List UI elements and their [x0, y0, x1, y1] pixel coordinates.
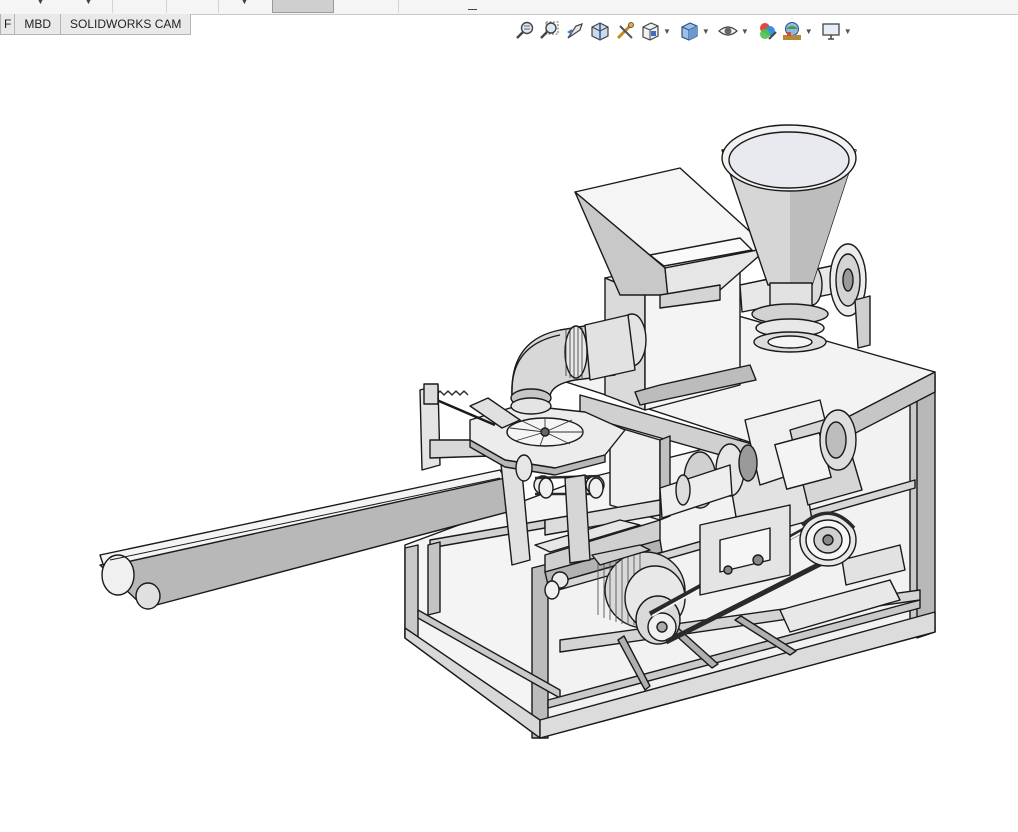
ribbon-active-button[interactable]: [272, 0, 334, 13]
edit-appearance-icon: [759, 23, 777, 40]
underline-icon[interactable]: [468, 0, 477, 10]
chevron-down-icon[interactable]: ▼: [741, 27, 749, 36]
ribbon-strip: ▼ ▼ ▼: [0, 0, 1018, 15]
chevron-down-icon[interactable]: ▼: [240, 0, 249, 6]
chevron-down-icon[interactable]: ▼: [702, 27, 710, 36]
end-flywheel: [829, 243, 871, 349]
ribbon-group[interactable]: [166, 0, 219, 13]
ribbon-group[interactable]: [112, 0, 167, 13]
ribbon-group[interactable]: [332, 0, 399, 13]
previous-view-icon: [567, 23, 583, 39]
section-view-icon: [591, 22, 609, 41]
tab-solidworks-cam[interactable]: SOLIDWORKS CAM: [61, 14, 192, 35]
hide-show-items-icon: [717, 26, 738, 36]
zoom-to-area-icon: [540, 21, 559, 39]
tab-features[interactable]: F: [0, 14, 16, 35]
dynamic-annotation-views-icon: [616, 22, 634, 40]
graphics-area[interactable]: [0, 40, 1018, 827]
zoom-to-fit-icon: [516, 21, 534, 39]
apply-scene-icon: [782, 22, 801, 40]
chevron-down-icon[interactable]: ▼: [805, 27, 813, 36]
command-manager-tabs: F MBD SOLIDWORKS CAM: [0, 14, 192, 36]
view-orientation-icon: [642, 22, 659, 41]
display-style-icon: [681, 22, 698, 41]
tab-mbd[interactable]: MBD: [15, 14, 62, 35]
chevron-down-icon[interactable]: ▼: [36, 0, 45, 6]
view-settings-icon: [822, 23, 840, 40]
ribbon-group[interactable]: [0, 0, 113, 13]
machine-assembly-model[interactable]: [0, 40, 1018, 827]
chevron-down-icon[interactable]: ▼: [663, 27, 671, 36]
chevron-down-icon[interactable]: ▼: [844, 27, 852, 36]
driven-pulley: [799, 511, 857, 567]
chevron-down-icon[interactable]: ▼: [84, 0, 93, 6]
